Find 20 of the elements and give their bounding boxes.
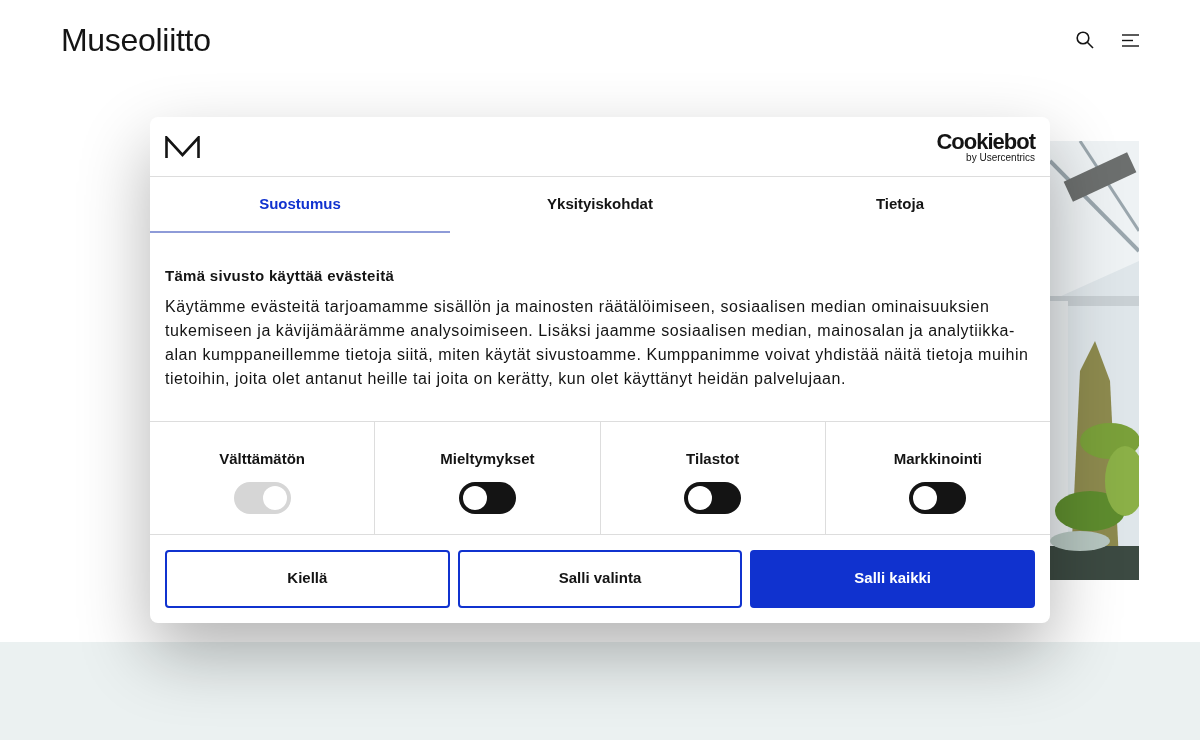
choice-button[interactable]: Salli valinta [457,549,743,608]
logo-icon [165,135,200,158]
toggle-switch[interactable] [684,482,742,514]
toggle-switch[interactable] [909,482,967,514]
tab[interactable]: Suostumus [150,177,450,233]
category-label: Mieltymykset [440,448,535,469]
tab[interactable]: Tietoja [750,177,1050,233]
category-label: Välttämätön [219,448,306,469]
dialog-text: Käytämme evästeitä tarjoamamme sisällön ja mainosten räätälöimiseen, sosiaalisen median ominaisuuksien tukemiseen ja kävijämäärämme analysoimiseen. Lisäksi jaamme sosiaalisen median, mainosalan ja analytiikka-alan kumppaneillemme tietoja siitä, miten käytät sivustoamme. Kumppanimme voivat yhdistää näitä tietoja muihin tietoihin, joita olet antanut heille tai joita on kerätty, kun olet käyttänyt heidän palvelujaan. [165,296,1030,389]
choice-button[interactable]: Kiellä [165,549,450,608]
category-label: Markkinointi [893,448,983,469]
site-logo[interactable]: Museoliitto [61,24,211,56]
toggle-switch[interactable] [458,482,516,514]
menu-icon[interactable] [1122,33,1139,47]
search-icon[interactable] [1076,31,1094,49]
brand-title: Cookiebot [936,130,1035,153]
dialog-heading: Tämä sivusto käyttää evästeitä [165,266,396,286]
category-label: Tilastot [686,448,740,469]
brand-subtitle: by Usercentrics [966,152,1035,163]
allow-all-button[interactable]: Salli kaikki [750,549,1035,608]
